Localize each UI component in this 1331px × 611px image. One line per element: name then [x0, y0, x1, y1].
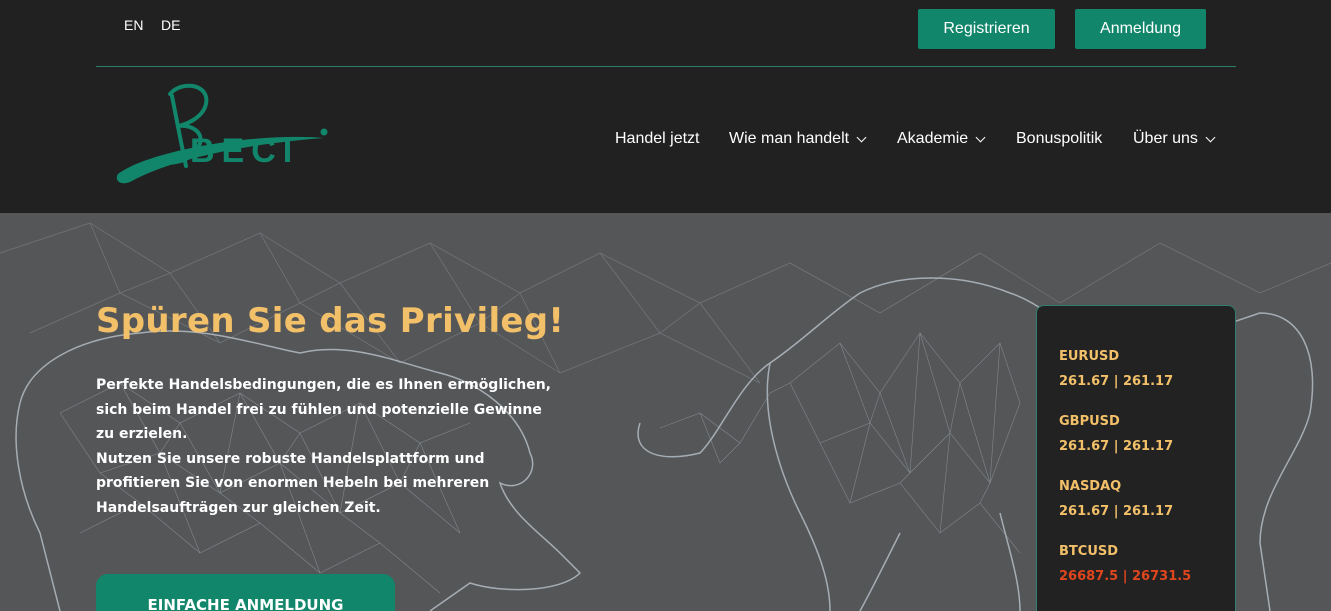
- ticker-price: 26687.5 | 26731.5: [1059, 569, 1192, 584]
- nav-label: Bonuspolitik: [1016, 130, 1103, 147]
- hero-paragraph-2: Nutzen Sie unsere robuste Handelsplattfo…: [96, 450, 490, 516]
- nav-label: Über uns: [1133, 130, 1198, 147]
- chevron-down-icon: [856, 132, 867, 142]
- ticker-price: 261.67 | 261.17: [1059, 504, 1174, 519]
- register-button[interactable]: Registrieren: [918, 9, 1055, 49]
- ticker-price: 261.67 | 261.17: [1059, 439, 1174, 454]
- ticker-price: 261.67 | 261.17: [1059, 374, 1174, 389]
- language-de-link[interactable]: DE: [161, 17, 180, 33]
- language-en-link[interactable]: EN: [124, 17, 143, 33]
- easy-signup-button[interactable]: EINFACHE ANMELDUNG: [96, 574, 395, 611]
- nav-item-akademie[interactable]: Akademie: [897, 130, 986, 148]
- ticker-item: EURUSD 261.67 | 261.17: [1059, 349, 1173, 389]
- chevron-down-icon: [975, 132, 986, 142]
- hero-description: Perfekte Handelsbedingungen, die es Ihne…: [96, 373, 556, 520]
- nav-item-handel-jetzt[interactable]: Handel jetzt: [615, 130, 700, 148]
- price-ticker: EURUSD 261.67 | 261.17 GBPUSD 261.67 | 2…: [1036, 305, 1236, 611]
- logo[interactable]: BECI: [110, 82, 340, 187]
- nav-label: Handel jetzt: [615, 130, 700, 147]
- main-header: BECI Handel jetzt Wie man handelt Akadem…: [0, 67, 1331, 213]
- ticker-item: GBPUSD 261.67 | 261.17: [1059, 414, 1173, 454]
- logo-text: BECI: [190, 132, 300, 170]
- nav-item-wie-man-handelt[interactable]: Wie man handelt: [729, 130, 867, 148]
- ticker-symbol: GBPUSD: [1059, 414, 1120, 429]
- ticker-symbol: NASDAQ: [1059, 479, 1122, 494]
- nav-label: Akademie: [897, 130, 969, 147]
- login-button[interactable]: Anmeldung: [1075, 9, 1206, 49]
- hero-title: Spüren Sie das Privileg!: [96, 301, 565, 341]
- ticker-item: BTCUSD 26687.5 | 26731.5: [1059, 544, 1191, 584]
- nav-item-bonuspolitik[interactable]: Bonuspolitik: [1016, 130, 1102, 148]
- hero-paragraph-1: Perfekte Handelsbedingungen, die es Ihne…: [96, 377, 551, 442]
- ticker-symbol: EURUSD: [1059, 349, 1120, 364]
- ticker-symbol: BTCUSD: [1059, 544, 1119, 559]
- nav-item-ueber-uns[interactable]: Über uns: [1133, 130, 1216, 148]
- hero-section: Spüren Sie das Privileg! Perfekte Handel…: [0, 213, 1331, 611]
- top-bar: EN DE Registrieren Anmeldung: [0, 0, 1331, 66]
- ticker-item: NASDAQ 261.67 | 261.17: [1059, 479, 1173, 519]
- nav-label: Wie man handelt: [729, 130, 850, 147]
- chevron-down-icon: [1205, 132, 1216, 142]
